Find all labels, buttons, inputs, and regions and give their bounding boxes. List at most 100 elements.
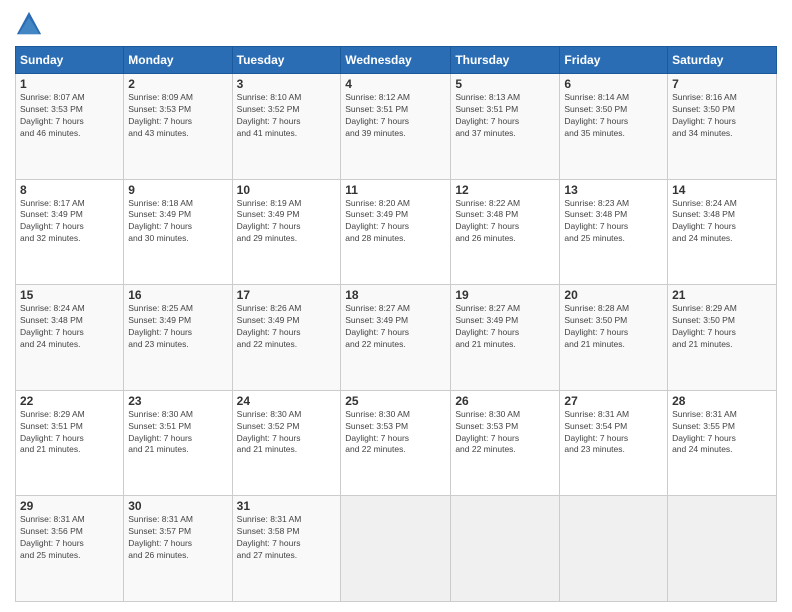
calendar-cell: 25 Sunrise: 8:30 AM Sunset: 3:53 PM Dayl…	[341, 390, 451, 496]
day-number: 22	[20, 394, 119, 408]
day-info: Sunrise: 8:23 AM Sunset: 3:48 PM Dayligh…	[564, 198, 663, 246]
day-number: 14	[672, 183, 772, 197]
day-info: Sunrise: 8:16 AM Sunset: 3:50 PM Dayligh…	[672, 92, 772, 140]
calendar-cell: 20 Sunrise: 8:28 AM Sunset: 3:50 PM Dayl…	[560, 285, 668, 391]
day-info: Sunrise: 8:22 AM Sunset: 3:48 PM Dayligh…	[455, 198, 555, 246]
day-info: Sunrise: 8:13 AM Sunset: 3:51 PM Dayligh…	[455, 92, 555, 140]
day-info: Sunrise: 8:17 AM Sunset: 3:49 PM Dayligh…	[20, 198, 119, 246]
day-number: 8	[20, 183, 119, 197]
calendar-cell: 10 Sunrise: 8:19 AM Sunset: 3:49 PM Dayl…	[232, 179, 341, 285]
day-info: Sunrise: 8:30 AM Sunset: 3:53 PM Dayligh…	[345, 409, 446, 457]
calendar-header-thursday: Thursday	[451, 47, 560, 74]
calendar-cell: 12 Sunrise: 8:22 AM Sunset: 3:48 PM Dayl…	[451, 179, 560, 285]
day-number: 3	[237, 77, 337, 91]
logo-icon	[15, 10, 43, 38]
day-number: 16	[128, 288, 227, 302]
calendar-cell: 29 Sunrise: 8:31 AM Sunset: 3:56 PM Dayl…	[16, 496, 124, 602]
day-number: 5	[455, 77, 555, 91]
calendar-cell: 5 Sunrise: 8:13 AM Sunset: 3:51 PM Dayli…	[451, 74, 560, 180]
day-info: Sunrise: 8:25 AM Sunset: 3:49 PM Dayligh…	[128, 303, 227, 351]
day-info: Sunrise: 8:10 AM Sunset: 3:52 PM Dayligh…	[237, 92, 337, 140]
day-info: Sunrise: 8:29 AM Sunset: 3:51 PM Dayligh…	[20, 409, 119, 457]
day-number: 27	[564, 394, 663, 408]
day-number: 19	[455, 288, 555, 302]
day-number: 10	[237, 183, 337, 197]
day-number: 21	[672, 288, 772, 302]
day-number: 7	[672, 77, 772, 91]
calendar-header-monday: Monday	[124, 47, 232, 74]
calendar-cell: 19 Sunrise: 8:27 AM Sunset: 3:49 PM Dayl…	[451, 285, 560, 391]
calendar-table: SundayMondayTuesdayWednesdayThursdayFrid…	[15, 46, 777, 602]
calendar-header-tuesday: Tuesday	[232, 47, 341, 74]
calendar-cell: 11 Sunrise: 8:20 AM Sunset: 3:49 PM Dayl…	[341, 179, 451, 285]
day-info: Sunrise: 8:30 AM Sunset: 3:51 PM Dayligh…	[128, 409, 227, 457]
day-number: 24	[237, 394, 337, 408]
calendar-header-row: SundayMondayTuesdayWednesdayThursdayFrid…	[16, 47, 777, 74]
day-info: Sunrise: 8:28 AM Sunset: 3:50 PM Dayligh…	[564, 303, 663, 351]
day-number: 9	[128, 183, 227, 197]
day-info: Sunrise: 8:31 AM Sunset: 3:58 PM Dayligh…	[237, 514, 337, 562]
calendar-cell: 30 Sunrise: 8:31 AM Sunset: 3:57 PM Dayl…	[124, 496, 232, 602]
calendar-cell: 1 Sunrise: 8:07 AM Sunset: 3:53 PM Dayli…	[16, 74, 124, 180]
calendar-cell: 28 Sunrise: 8:31 AM Sunset: 3:55 PM Dayl…	[668, 390, 777, 496]
day-info: Sunrise: 8:18 AM Sunset: 3:49 PM Dayligh…	[128, 198, 227, 246]
calendar-week-5: 29 Sunrise: 8:31 AM Sunset: 3:56 PM Dayl…	[16, 496, 777, 602]
day-number: 30	[128, 499, 227, 513]
day-info: Sunrise: 8:30 AM Sunset: 3:53 PM Dayligh…	[455, 409, 555, 457]
day-info: Sunrise: 8:31 AM Sunset: 3:56 PM Dayligh…	[20, 514, 119, 562]
day-info: Sunrise: 8:20 AM Sunset: 3:49 PM Dayligh…	[345, 198, 446, 246]
calendar-cell: 14 Sunrise: 8:24 AM Sunset: 3:48 PM Dayl…	[668, 179, 777, 285]
calendar-cell: 2 Sunrise: 8:09 AM Sunset: 3:53 PM Dayli…	[124, 74, 232, 180]
day-info: Sunrise: 8:31 AM Sunset: 3:55 PM Dayligh…	[672, 409, 772, 457]
day-info: Sunrise: 8:14 AM Sunset: 3:50 PM Dayligh…	[564, 92, 663, 140]
day-number: 11	[345, 183, 446, 197]
logo	[15, 10, 47, 38]
day-number: 20	[564, 288, 663, 302]
calendar-cell: 3 Sunrise: 8:10 AM Sunset: 3:52 PM Dayli…	[232, 74, 341, 180]
day-number: 25	[345, 394, 446, 408]
calendar-cell: 26 Sunrise: 8:30 AM Sunset: 3:53 PM Dayl…	[451, 390, 560, 496]
calendar-cell	[341, 496, 451, 602]
calendar-cell: 6 Sunrise: 8:14 AM Sunset: 3:50 PM Dayli…	[560, 74, 668, 180]
day-number: 23	[128, 394, 227, 408]
calendar-cell: 13 Sunrise: 8:23 AM Sunset: 3:48 PM Dayl…	[560, 179, 668, 285]
calendar-cell: 22 Sunrise: 8:29 AM Sunset: 3:51 PM Dayl…	[16, 390, 124, 496]
day-number: 28	[672, 394, 772, 408]
day-info: Sunrise: 8:09 AM Sunset: 3:53 PM Dayligh…	[128, 92, 227, 140]
calendar-cell	[451, 496, 560, 602]
day-info: Sunrise: 8:31 AM Sunset: 3:54 PM Dayligh…	[564, 409, 663, 457]
calendar-cell: 18 Sunrise: 8:27 AM Sunset: 3:49 PM Dayl…	[341, 285, 451, 391]
page: SundayMondayTuesdayWednesdayThursdayFrid…	[0, 0, 792, 612]
day-info: Sunrise: 8:12 AM Sunset: 3:51 PM Dayligh…	[345, 92, 446, 140]
calendar-cell: 21 Sunrise: 8:29 AM Sunset: 3:50 PM Dayl…	[668, 285, 777, 391]
calendar-cell: 24 Sunrise: 8:30 AM Sunset: 3:52 PM Dayl…	[232, 390, 341, 496]
day-number: 12	[455, 183, 555, 197]
day-info: Sunrise: 8:29 AM Sunset: 3:50 PM Dayligh…	[672, 303, 772, 351]
calendar-cell: 15 Sunrise: 8:24 AM Sunset: 3:48 PM Dayl…	[16, 285, 124, 391]
day-info: Sunrise: 8:26 AM Sunset: 3:49 PM Dayligh…	[237, 303, 337, 351]
calendar-cell: 16 Sunrise: 8:25 AM Sunset: 3:49 PM Dayl…	[124, 285, 232, 391]
day-info: Sunrise: 8:24 AM Sunset: 3:48 PM Dayligh…	[20, 303, 119, 351]
calendar-week-3: 15 Sunrise: 8:24 AM Sunset: 3:48 PM Dayl…	[16, 285, 777, 391]
day-number: 17	[237, 288, 337, 302]
calendar-week-1: 1 Sunrise: 8:07 AM Sunset: 3:53 PM Dayli…	[16, 74, 777, 180]
calendar-cell	[560, 496, 668, 602]
day-info: Sunrise: 8:30 AM Sunset: 3:52 PM Dayligh…	[237, 409, 337, 457]
calendar-header-friday: Friday	[560, 47, 668, 74]
day-info: Sunrise: 8:07 AM Sunset: 3:53 PM Dayligh…	[20, 92, 119, 140]
day-info: Sunrise: 8:27 AM Sunset: 3:49 PM Dayligh…	[345, 303, 446, 351]
header	[15, 10, 777, 38]
day-number: 26	[455, 394, 555, 408]
calendar-cell	[668, 496, 777, 602]
calendar-cell: 31 Sunrise: 8:31 AM Sunset: 3:58 PM Dayl…	[232, 496, 341, 602]
day-info: Sunrise: 8:24 AM Sunset: 3:48 PM Dayligh…	[672, 198, 772, 246]
calendar-header-saturday: Saturday	[668, 47, 777, 74]
calendar-week-4: 22 Sunrise: 8:29 AM Sunset: 3:51 PM Dayl…	[16, 390, 777, 496]
calendar-week-2: 8 Sunrise: 8:17 AM Sunset: 3:49 PM Dayli…	[16, 179, 777, 285]
calendar-cell: 23 Sunrise: 8:30 AM Sunset: 3:51 PM Dayl…	[124, 390, 232, 496]
day-number: 13	[564, 183, 663, 197]
day-number: 31	[237, 499, 337, 513]
day-number: 6	[564, 77, 663, 91]
calendar-cell: 27 Sunrise: 8:31 AM Sunset: 3:54 PM Dayl…	[560, 390, 668, 496]
day-info: Sunrise: 8:31 AM Sunset: 3:57 PM Dayligh…	[128, 514, 227, 562]
